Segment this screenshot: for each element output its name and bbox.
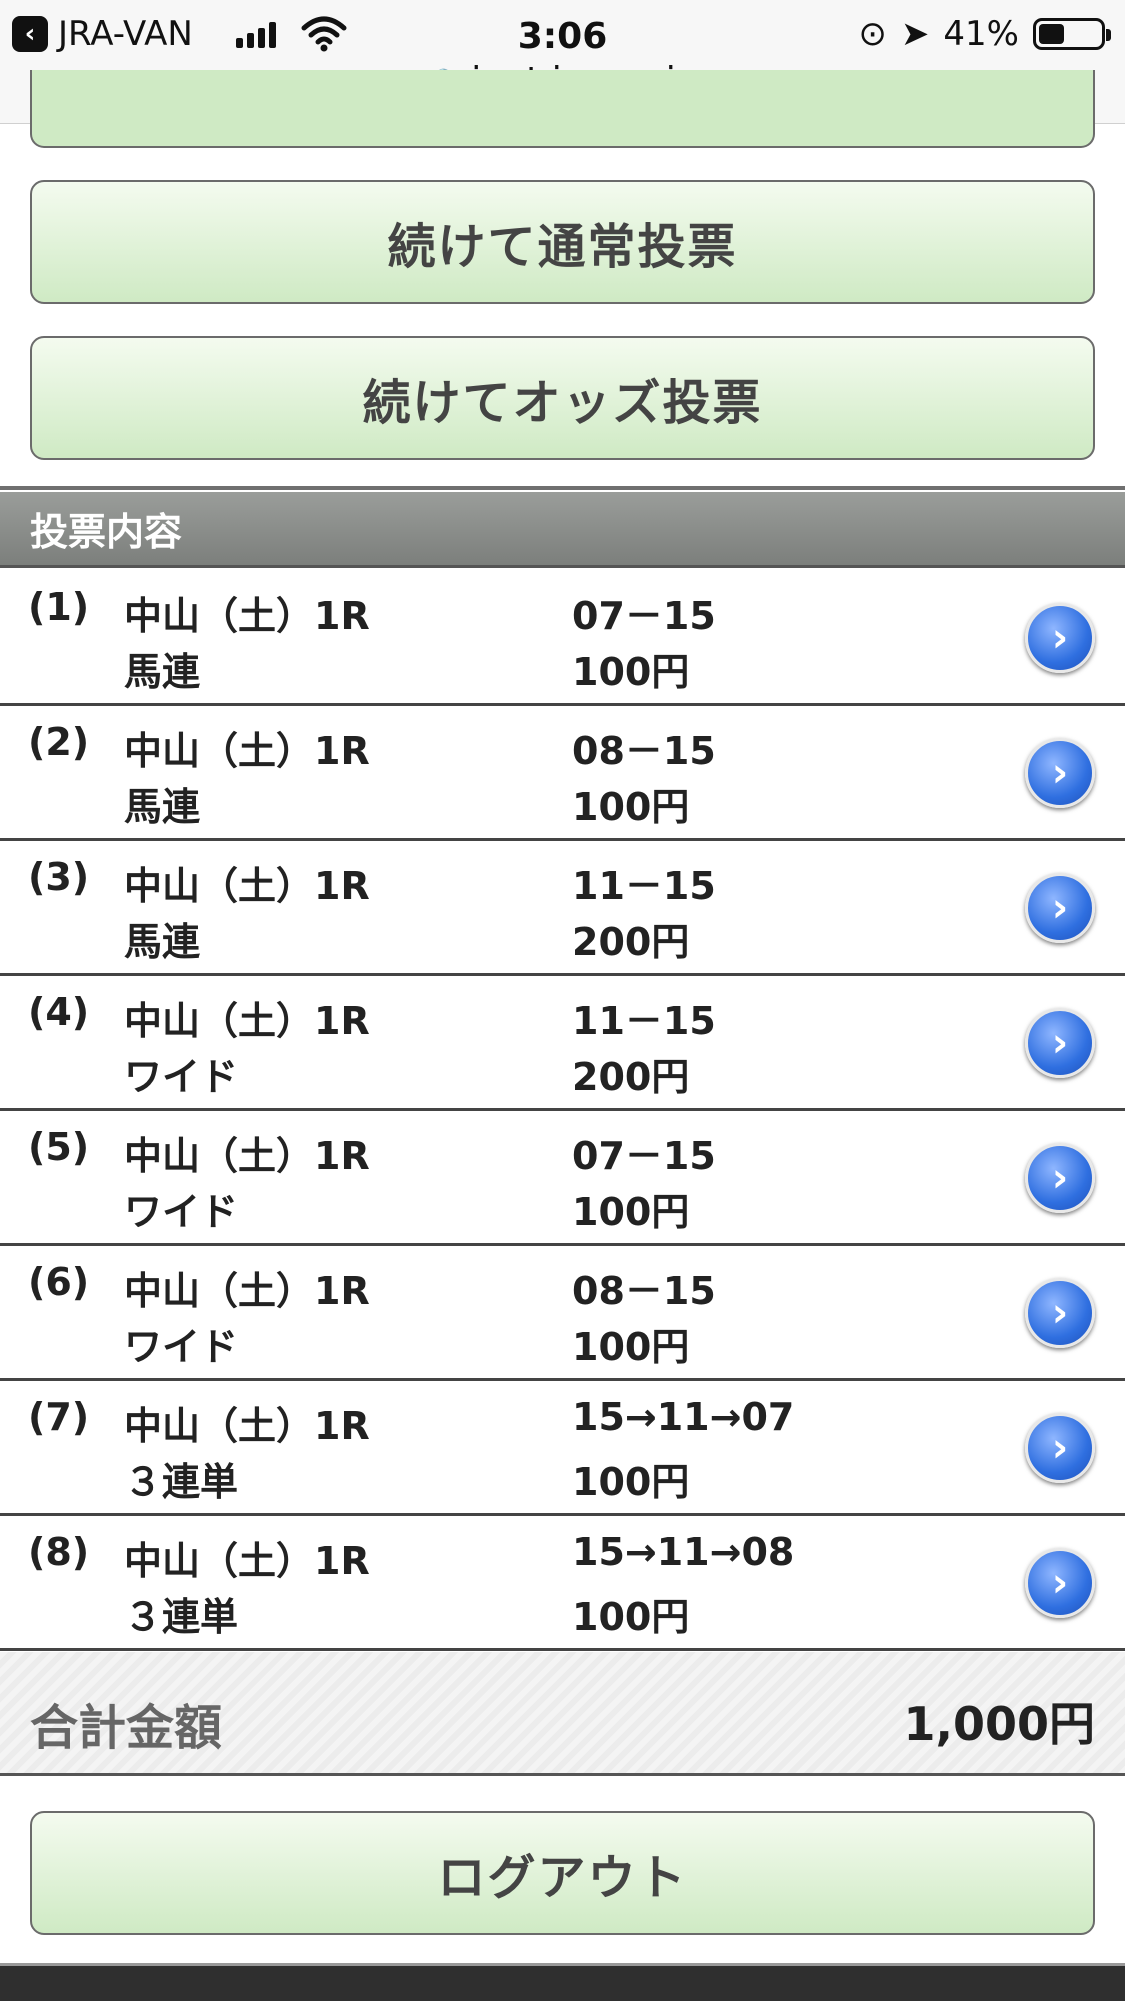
- total-label: 合計金額: [30, 1700, 223, 1756]
- battery-icon: [1033, 18, 1111, 50]
- logout-button[interactable]: ログアウト: [30, 1811, 1095, 1935]
- table-row[interactable]: (4) 中山（土）1R ワイド 11－15 200円 ›: [0, 976, 1125, 1111]
- bet-number: (2): [28, 720, 90, 764]
- bet-type: ワイド: [124, 1055, 239, 1099]
- chevron-right-icon[interactable]: ›: [1025, 1278, 1095, 1348]
- location-arrow-icon: ➤: [900, 14, 930, 54]
- bet-combination: 11－15: [572, 864, 716, 908]
- bet-amount: 100円: [572, 1190, 690, 1234]
- bet-combination: 08－15: [572, 729, 716, 773]
- bet-combination: 07－15: [572, 1134, 716, 1178]
- bet-race: 中山（土）1R: [124, 1539, 370, 1583]
- table-row[interactable]: (5) 中山（土）1R ワイド 07－15 100円 ›: [0, 1111, 1125, 1246]
- bet-amount: 100円: [572, 650, 690, 694]
- table-row[interactable]: (3) 中山（土）1R 馬連 11－15 200円 ›: [0, 841, 1125, 976]
- chevron-right-icon[interactable]: ›: [1025, 1413, 1095, 1483]
- bet-list: (1) 中山（土）1R 馬連 07－15 100円 › (2) 中山（土）1R …: [0, 571, 1125, 1651]
- bet-race: 中山（土）1R: [124, 1404, 370, 1448]
- continue-normal-vote-button[interactable]: 続けて通常投票: [30, 180, 1095, 304]
- bet-type: ３連単: [124, 1595, 239, 1639]
- bet-combination: 15→11→07: [572, 1395, 795, 1439]
- bet-type: 馬連: [124, 920, 201, 964]
- bet-combination: 15→11→08: [572, 1530, 795, 1574]
- bet-amount: 100円: [572, 1325, 690, 1369]
- bet-combination: 11－15: [572, 999, 716, 1043]
- bet-type: 馬連: [124, 650, 201, 694]
- chevron-right-icon[interactable]: ›: [1025, 603, 1095, 673]
- bet-type: 馬連: [124, 785, 201, 829]
- chevron-right-icon[interactable]: ›: [1025, 873, 1095, 943]
- bet-combination: 07－15: [572, 594, 716, 638]
- bet-amount: 100円: [572, 1595, 690, 1639]
- bet-type: ３連単: [124, 1460, 239, 1504]
- bet-amount: 100円: [572, 785, 690, 829]
- orientation-lock-icon: ⊙: [858, 14, 887, 54]
- table-row[interactable]: (6) 中山（土）1R ワイド 08－15 100円 ›: [0, 1246, 1125, 1381]
- battery-percent: 41%: [943, 14, 1019, 54]
- chevron-right-icon[interactable]: ›: [1025, 1008, 1095, 1078]
- bet-race: 中山（土）1R: [124, 1269, 370, 1313]
- chevron-right-icon[interactable]: ›: [1025, 1143, 1095, 1213]
- bet-number: (4): [28, 990, 90, 1034]
- bet-type: ワイド: [124, 1325, 239, 1369]
- bet-race: 中山（土）1R: [124, 999, 370, 1043]
- bet-amount: 100円: [572, 1460, 690, 1504]
- bet-number: (6): [28, 1260, 90, 1304]
- previous-button-partial[interactable]: [30, 70, 1095, 148]
- bet-number: (7): [28, 1395, 90, 1439]
- table-row[interactable]: (8) 中山（土）1R ３連単 15→11→08 100円 ›: [0, 1516, 1125, 1651]
- footer: [0, 1966, 1125, 2001]
- chevron-right-icon[interactable]: ›: [1025, 738, 1095, 808]
- bet-number: (3): [28, 855, 90, 899]
- total-amount-bar: 合計金額 1,000円: [0, 1652, 1125, 1776]
- chevron-right-icon[interactable]: ›: [1025, 1548, 1095, 1618]
- bet-number: (1): [28, 585, 90, 629]
- table-row[interactable]: (1) 中山（土）1R 馬連 07－15 100円 ›: [0, 571, 1125, 706]
- table-row[interactable]: (2) 中山（土）1R 馬連 08－15 100円 ›: [0, 706, 1125, 841]
- bet-type: ワイド: [124, 1190, 239, 1234]
- continue-odds-vote-button[interactable]: 続けてオッズ投票: [30, 336, 1095, 460]
- bet-number: (5): [28, 1125, 90, 1169]
- table-row[interactable]: (7) 中山（土）1R ３連単 15→11→07 100円 ›: [0, 1381, 1125, 1516]
- bet-race: 中山（土）1R: [124, 729, 370, 773]
- bet-race: 中山（土）1R: [124, 1134, 370, 1178]
- section-header-vote-contents: 投票内容: [0, 492, 1125, 568]
- bet-combination: 08－15: [572, 1269, 716, 1313]
- bet-amount: 200円: [572, 920, 690, 964]
- bet-race: 中山（土）1R: [124, 594, 370, 638]
- bet-amount: 200円: [572, 1055, 690, 1099]
- bet-number: (8): [28, 1530, 90, 1574]
- bet-race: 中山（土）1R: [124, 864, 370, 908]
- divider: [0, 486, 1125, 490]
- total-value: 1,000円: [903, 1697, 1095, 1751]
